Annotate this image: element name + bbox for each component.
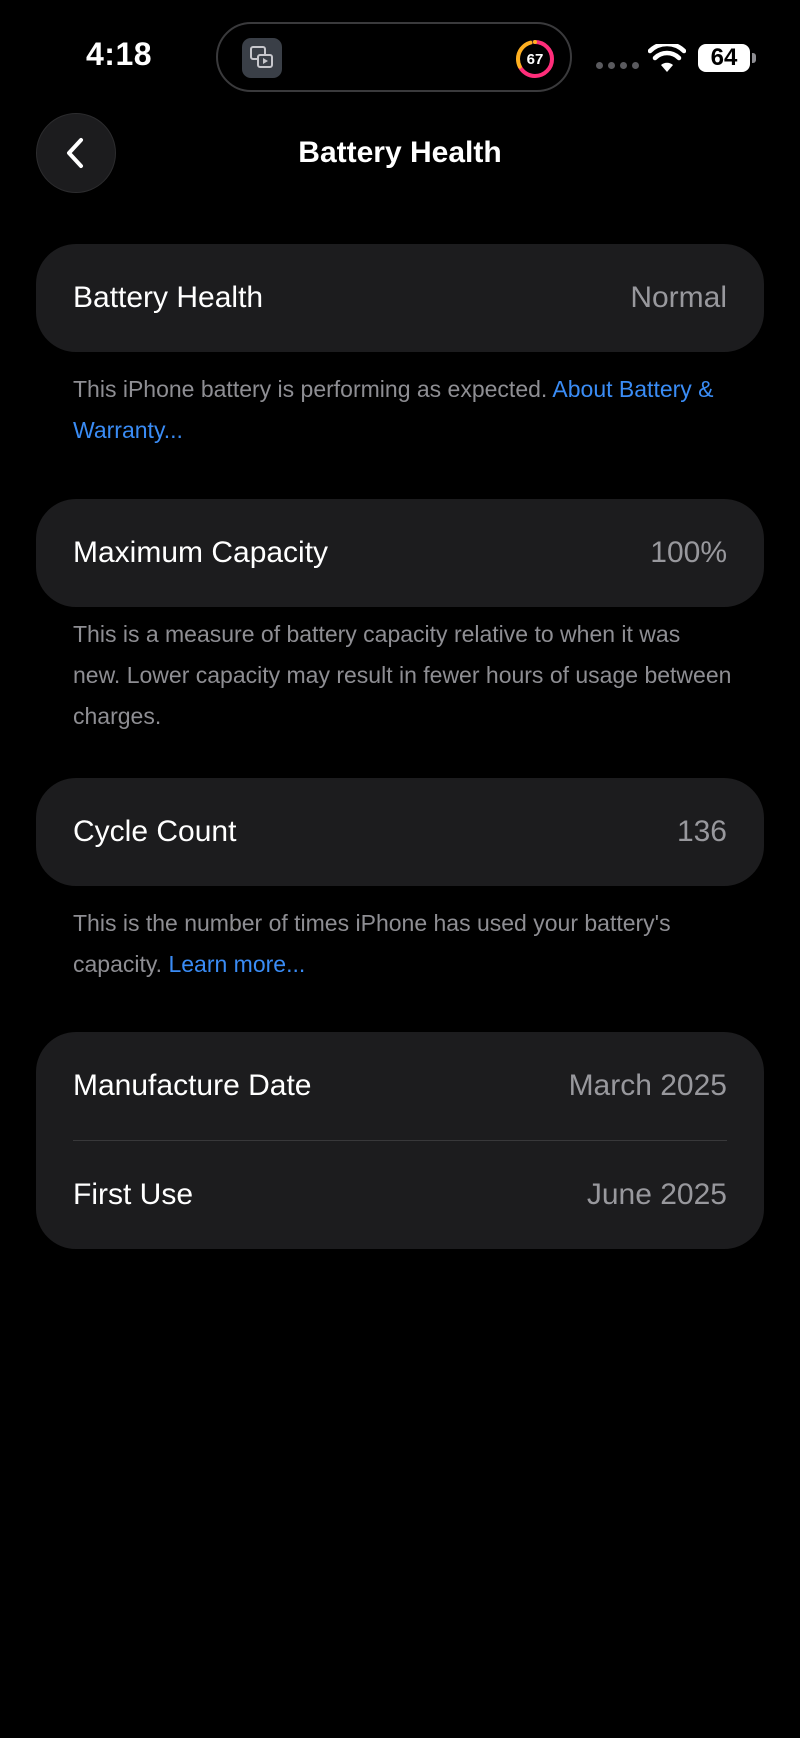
maximum-capacity-footnote-text: This is a measure of battery capacity re… — [73, 621, 732, 729]
battery-level: 64 — [710, 44, 738, 71]
learn-more-link[interactable]: Learn more... — [168, 951, 305, 977]
battery-nub — [752, 53, 756, 63]
battery-icon: 64 — [698, 44, 750, 72]
cycle-count-value: 136 — [676, 815, 727, 848]
page-title: Battery Health — [298, 136, 502, 169]
cycle-count-card: Cycle Count 136 — [36, 778, 764, 886]
cycle-count-footnote-text: This is the number of times iPhone has u… — [73, 910, 671, 977]
cellular-signal-icon — [596, 62, 639, 69]
battery-health-footnote: This iPhone battery is performing as exp… — [73, 369, 733, 451]
maximum-capacity-row: Maximum Capacity 100% — [36, 499, 764, 607]
cycle-count-label: Cycle Count — [73, 815, 237, 848]
status-time: 4:18 — [86, 36, 153, 72]
first-use-label: First Use — [73, 1178, 193, 1211]
cycle-count-footnote: This is the number of times iPhone has u… — [73, 903, 733, 985]
manufacture-date-row: Manufacture Date March 2025 — [36, 1032, 764, 1140]
battery-health-row: Battery Health Normal — [36, 244, 764, 352]
first-use-row: First Use June 2025 — [36, 1141, 764, 1249]
manufacture-date-label: Manufacture Date — [73, 1069, 312, 1102]
cycle-count-row: Cycle Count 136 — [36, 778, 764, 886]
maximum-capacity-value: 100% — [650, 536, 727, 569]
first-use-value: June 2025 — [586, 1178, 727, 1211]
battery-health-value: Normal — [630, 281, 727, 314]
battery-health-label: Battery Health — [73, 281, 264, 314]
maximum-capacity-label: Maximum Capacity — [73, 536, 329, 569]
activity-ring-value: 67 — [526, 50, 544, 68]
battery-health-card: Battery Health Normal — [36, 244, 764, 352]
activity-ring-icon: 67 — [514, 38, 556, 80]
battery-health-footnote-text: This iPhone battery is performing as exp… — [73, 376, 553, 402]
manufacture-date-value: March 2025 — [568, 1069, 727, 1102]
wifi-icon — [648, 44, 686, 72]
dynamic-island[interactable]: 67 — [216, 22, 572, 92]
maximum-capacity-card: Maximum Capacity 100% — [36, 499, 764, 607]
screen-mirroring-icon — [242, 38, 282, 78]
maximum-capacity-footnote: This is a measure of battery capacity re… — [73, 614, 733, 737]
battery-dates-card: Manufacture Date March 2025 First Use Ju… — [36, 1032, 764, 1249]
